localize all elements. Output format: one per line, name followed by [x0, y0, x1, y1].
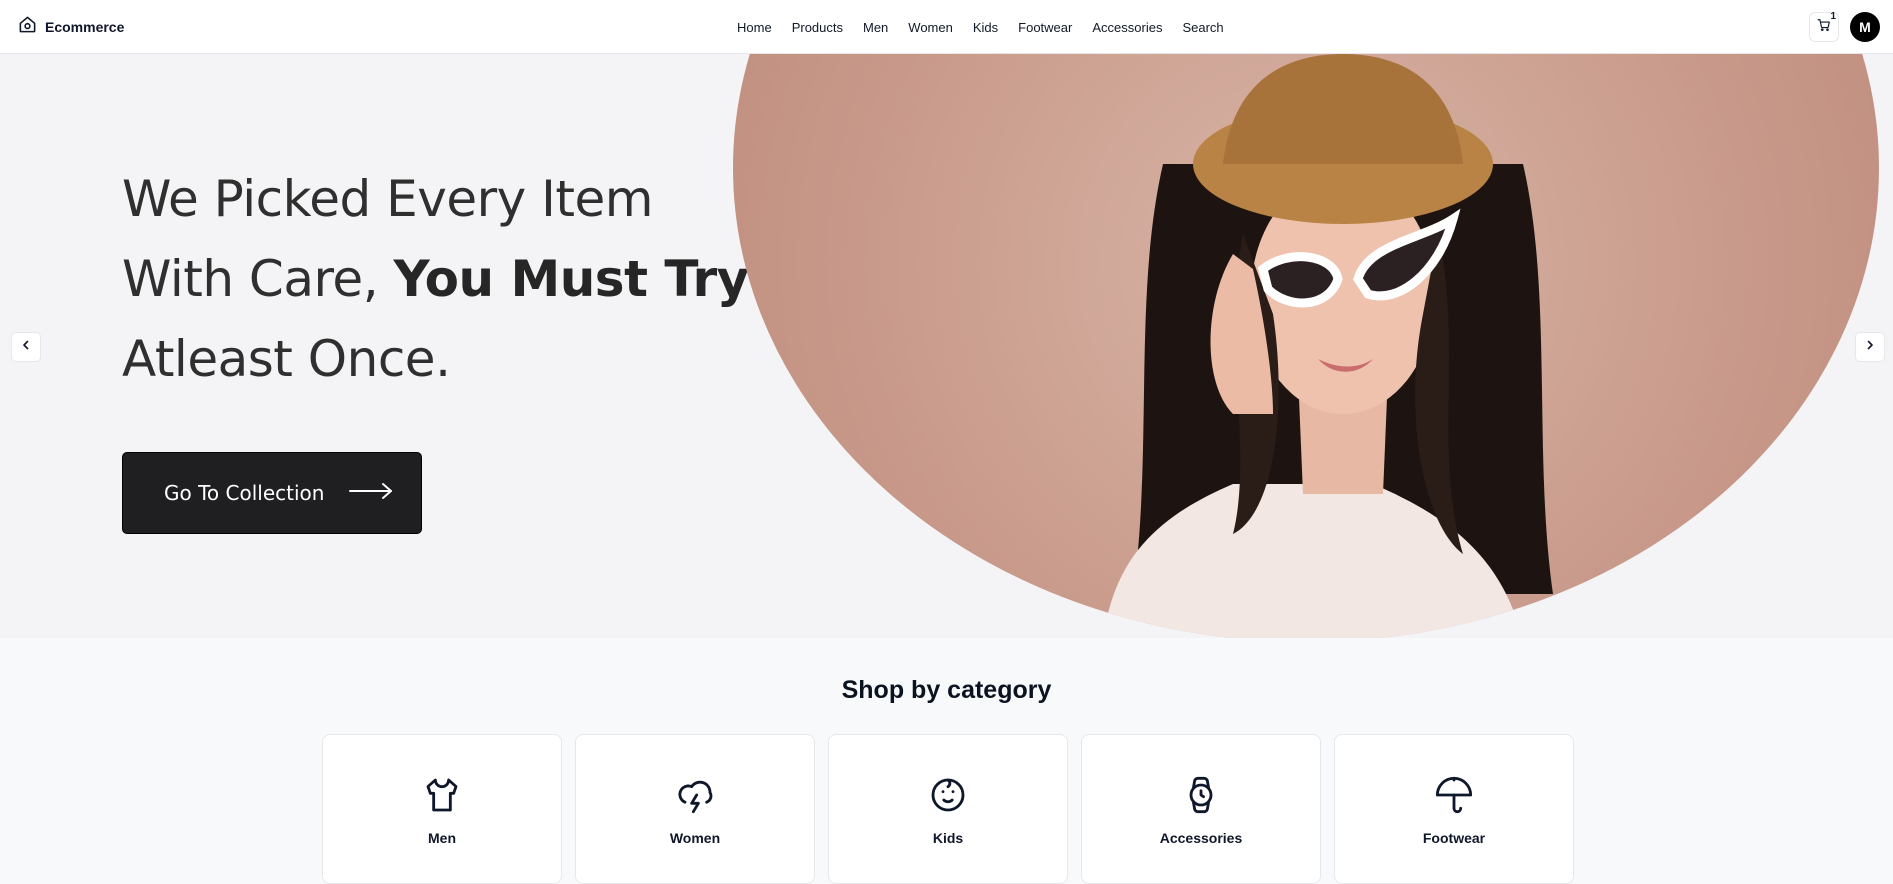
main-nav: Home Products Men Women Kids Footwear Ac…	[737, 18, 1224, 36]
hero-headline-line-2: With Care, You Must Try	[122, 239, 762, 319]
home-icon	[18, 15, 37, 39]
carousel-prev-button[interactable]	[11, 332, 41, 362]
cta-label: Go To Collection	[164, 481, 325, 505]
cart-icon	[1817, 18, 1831, 37]
category-card-accessories[interactable]: Accessories	[1081, 734, 1321, 884]
chevron-left-icon	[20, 338, 32, 356]
category-label: Kids	[932, 830, 964, 846]
category-card-kids[interactable]: Kids	[828, 734, 1068, 884]
shirt-icon	[422, 775, 462, 820]
hero-carousel: We Picked Every Item With Care, You Must…	[0, 54, 1893, 638]
nav-kids[interactable]: Kids	[973, 20, 998, 35]
category-card-women[interactable]: Women	[575, 734, 815, 884]
hero-headline-line-1: We Picked Every Item	[122, 170, 653, 228]
category-label: Men	[428, 830, 456, 846]
hero-headline: We Picked Every Item With Care, You Must…	[122, 159, 762, 399]
category-card-men[interactable]: Men	[322, 734, 562, 884]
hero-headline-line-2-bold: You Must Try	[393, 250, 749, 308]
brand-name: Ecommerce	[45, 19, 125, 35]
hero-headline-line-2-regular: With Care,	[122, 250, 394, 308]
cart-count-badge: 1	[1830, 11, 1836, 22]
nav-men[interactable]: Men	[863, 20, 888, 35]
category-label: Footwear	[1422, 830, 1486, 846]
hero-model-image	[733, 54, 1879, 638]
cart-button[interactable]: 1	[1809, 11, 1839, 42]
go-to-collection-button[interactable]: Go To Collection	[122, 452, 422, 534]
nav-footwear[interactable]: Footwear	[1018, 20, 1072, 35]
user-avatar[interactable]: M	[1850, 12, 1880, 42]
baby-icon	[928, 775, 968, 820]
brand-link[interactable]: Ecommerce	[18, 16, 124, 38]
hero-headline-line-3: Atleast Once.	[122, 330, 451, 388]
top-navbar: Ecommerce Home Products Men Women Kids F…	[0, 0, 1893, 54]
category-label: Women	[669, 830, 721, 846]
nav-accessories[interactable]: Accessories	[1092, 20, 1162, 35]
nav-women[interactable]: Women	[908, 20, 953, 35]
category-card-footwear[interactable]: Footwear	[1334, 734, 1574, 884]
chevron-right-icon	[1864, 338, 1876, 356]
shop-by-category-heading: Shop by category	[841, 676, 1052, 704]
hero-model-illustration	[1103, 54, 1553, 638]
arrow-right-icon	[348, 481, 394, 505]
nav-home[interactable]: Home	[737, 20, 772, 35]
category-grid: Men Women Kids Accessories Footwear	[322, 734, 1574, 884]
category-label: Accessories	[1159, 830, 1243, 846]
cloud-lightning-icon	[675, 775, 715, 820]
carousel-next-button[interactable]	[1855, 332, 1885, 362]
umbrella-icon	[1434, 775, 1474, 820]
nav-products[interactable]: Products	[792, 20, 843, 35]
nav-search[interactable]: Search	[1182, 20, 1223, 35]
watch-icon	[1181, 775, 1221, 820]
